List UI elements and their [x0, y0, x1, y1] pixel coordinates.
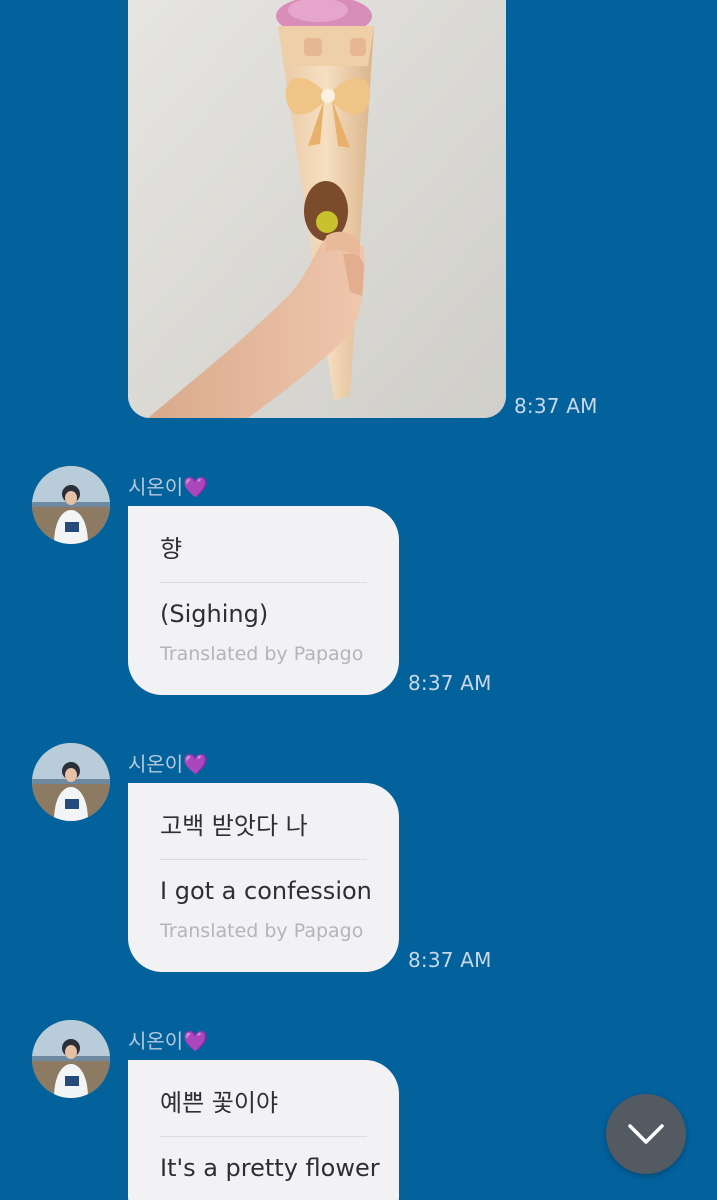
sender-name-text: 시온이: [128, 1029, 184, 1053]
message-timestamp: 8:37 AM: [408, 671, 492, 695]
original-text: 예쁜 꽃이야: [160, 1089, 279, 1117]
translated-text: It's a pretty flower: [160, 1154, 380, 1182]
sender-name-text: 시온이: [128, 752, 184, 776]
original-text: 향: [160, 535, 183, 563]
avatar-image: [32, 743, 110, 821]
purple-heart-icon: 💜: [183, 752, 209, 776]
sender-name: 시온이💜: [128, 471, 208, 500]
bubble-divider: [160, 859, 367, 860]
message-bubble[interactable]: 예쁜 꽃이야 It's a pretty flower: [128, 1060, 399, 1200]
avatar[interactable]: [32, 1020, 110, 1098]
translation-credit: Translated by Papago: [160, 920, 364, 942]
flower-photo: [128, 0, 506, 418]
translation-credit: Translated by Papago: [160, 643, 364, 665]
bubble-divider: [160, 1136, 367, 1137]
sender-name: 시온이💜: [128, 1025, 208, 1054]
avatar[interactable]: [32, 466, 110, 544]
message-bubble[interactable]: 고백 받앗다 나 I got a confession Translated b…: [128, 783, 399, 972]
message-timestamp: 8:37 AM: [408, 948, 492, 972]
chat-area[interactable]: 8:37 AM 시온이💜 향 (Sighing) Translated by P…: [0, 0, 717, 1200]
avatar-image: [32, 1020, 110, 1098]
chevron-down-icon: [628, 1124, 664, 1144]
avatar[interactable]: [32, 743, 110, 821]
avatar-image: [32, 466, 110, 544]
photo-message[interactable]: [128, 0, 506, 418]
photo-timestamp: 8:37 AM: [514, 394, 598, 418]
original-text: 고백 받앗다 나: [160, 812, 308, 840]
translated-text: I got a confession: [160, 877, 372, 905]
sender-name-text: 시온이: [128, 475, 184, 499]
purple-heart-icon: 💜: [183, 1029, 209, 1053]
sender-name: 시온이💜: [128, 748, 208, 777]
bubble-divider: [160, 582, 367, 583]
scroll-down-button[interactable]: [606, 1094, 686, 1174]
translated-text: (Sighing): [160, 600, 269, 628]
message-bubble[interactable]: 향 (Sighing) Translated by Papago: [128, 506, 399, 695]
purple-heart-icon: 💜: [183, 475, 209, 499]
